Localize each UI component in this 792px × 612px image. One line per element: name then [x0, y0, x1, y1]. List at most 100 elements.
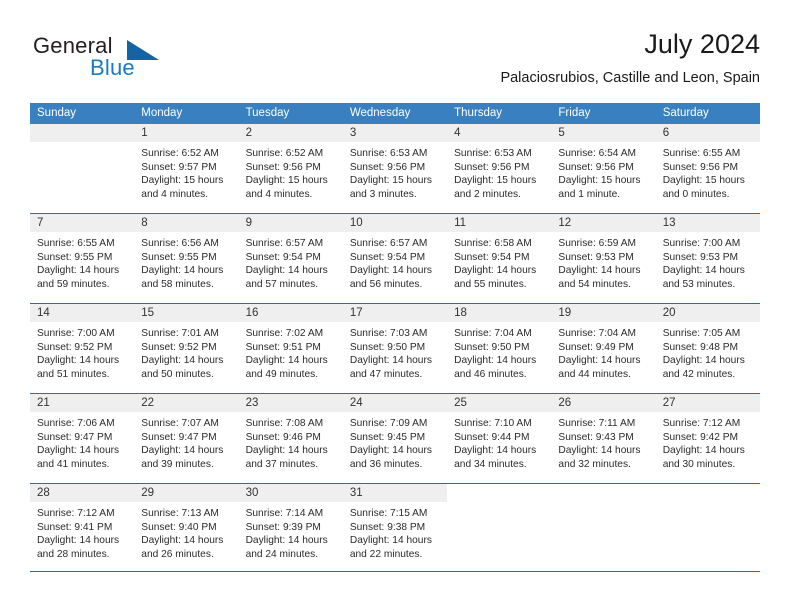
- calendar-day-cell[interactable]: 10 Sunrise: 6:57 AM Sunset: 9:54 PM Dayligh…: [342, 214, 448, 303]
- day-sunrise-text: Sunrise: 7:03 AM: [349, 328, 428, 339]
- day-sunset-text: Sunset: 9:49 PM: [558, 341, 634, 353]
- day-details: Sunrise: 7:14 AM Sunset: 9:39 PM Daylight:…: [239, 502, 343, 561]
- calendar-page: General Blue July 2024 Palaciosrubios, C…: [0, 0, 792, 612]
- day-daylight2-text: and 28 minutes.: [37, 548, 110, 560]
- calendar-day-cell[interactable]: 21 Sunrise: 7:06 AM Sunset: 9:47 PM Dayligh…: [30, 394, 135, 483]
- day-sunrise-text: Sunrise: 7:05 AM: [662, 328, 741, 339]
- calendar-day-cell[interactable]: 28 Sunrise: 7:12 AM Sunset: 9:41 PM Dayligh…: [30, 484, 135, 573]
- calendar-day-cell[interactable]: 27 Sunrise: 7:12 AM Sunset: 9:42 PM Dayligh…: [655, 394, 760, 483]
- day-sunrise-text: Sunrise: 7:06 AM: [37, 418, 115, 429]
- day-sunrise-text: Sunrise: 6:58 AM: [454, 238, 532, 249]
- day-sunrise-text: Sunrise: 6:52 AM: [141, 148, 219, 159]
- calendar-day-cell[interactable]: 30 Sunrise: 7:14 AM Sunset: 9:39 PM Dayligh…: [238, 484, 343, 573]
- calendar-day-cell[interactable]: 13 Sunrise: 7:00 AM Sunset: 9:53 PM Dayligh…: [655, 214, 760, 303]
- day-daylight2-text: and 46 minutes.: [454, 368, 527, 380]
- day-daylight2-text: and 44 minutes.: [558, 368, 631, 380]
- day-sunset-text: Sunset: 9:39 PM: [245, 521, 321, 533]
- day-daylight2-text: and 39 minutes.: [141, 458, 214, 470]
- day-details: Sunrise: 7:12 AM Sunset: 9:41 PM Daylight:…: [30, 502, 134, 561]
- calendar-day-cell[interactable]: 24 Sunrise: 7:09 AM Sunset: 9:45 PM Dayligh…: [342, 394, 448, 483]
- calendar-day-cell[interactable]: 23 Sunrise: 7:08 AM Sunset: 9:46 PM Dayligh…: [238, 394, 343, 483]
- calendar-day-cell[interactable]: 7 Sunrise: 6:55 AM Sunset: 9:55 PM Daylight…: [30, 214, 135, 303]
- day-daylight1-text: Daylight: 14 hours: [141, 445, 224, 457]
- calendar-day-cell[interactable]: 18 Sunrise: 7:04 AM Sunset: 9:50 PM Dayligh…: [447, 304, 552, 393]
- day-daylight1-text: Daylight: 14 hours: [662, 355, 745, 367]
- day-daylight2-text: and 32 minutes.: [558, 458, 631, 470]
- day-sunrise-text: Sunrise: 7:00 AM: [37, 328, 115, 339]
- calendar-day-cell[interactable]: 22 Sunrise: 7:07 AM Sunset: 9:47 PM Dayligh…: [134, 394, 239, 483]
- calendar-day-cell[interactable]: 4 Sunrise: 6:53 AM Sunset: 9:56 PM Daylight…: [447, 124, 552, 213]
- day-details: Sunrise: 7:08 AM Sunset: 9:46 PM Daylight:…: [239, 412, 343, 471]
- day-sunset-text: Sunset: 9:52 PM: [141, 341, 217, 353]
- page-header: General Blue July 2024 Palaciosrubios, C…: [30, 28, 760, 96]
- day-number: [447, 484, 551, 502]
- calendar-day-cell[interactable]: 16 Sunrise: 7:02 AM Sunset: 9:51 PM Dayligh…: [238, 304, 343, 393]
- calendar-week-row: 1 Sunrise: 6:52 AM Sunset: 9:57 PM Daylight…: [30, 124, 760, 213]
- day-daylight1-text: Daylight: 15 hours: [558, 175, 641, 187]
- weekday-header-sunday: Sunday: [37, 107, 77, 119]
- calendar-day-cell[interactable]: 14 Sunrise: 7:00 AM Sunset: 9:52 PM Dayligh…: [30, 304, 135, 393]
- day-daylight1-text: Daylight: 14 hours: [37, 445, 120, 457]
- day-details: Sunrise: 7:15 AM Sunset: 9:38 PM Daylight:…: [343, 502, 447, 561]
- day-sunset-text: Sunset: 9:45 PM: [349, 431, 426, 443]
- calendar-day-cell[interactable]: 6 Sunrise: 6:55 AM Sunset: 9:56 PM Daylight…: [655, 124, 760, 213]
- day-daylight1-text: Daylight: 14 hours: [141, 535, 224, 547]
- calendar-day-cell-empty: [656, 484, 760, 573]
- day-sunset-text: Sunset: 9:43 PM: [558, 431, 634, 443]
- calendar-day-cell[interactable]: 9 Sunrise: 6:57 AM Sunset: 9:54 PM Daylight…: [238, 214, 343, 303]
- day-daylight2-text: and 56 minutes.: [349, 278, 423, 290]
- day-sunrise-text: Sunrise: 7:12 AM: [662, 418, 741, 429]
- calendar-day-cell[interactable]: 8 Sunrise: 6:56 AM Sunset: 9:55 PM Daylight…: [134, 214, 239, 303]
- calendar-day-cell[interactable]: 11 Sunrise: 6:58 AM Sunset: 9:54 PM Dayligh…: [447, 214, 552, 303]
- day-sunrise-text: Sunrise: 7:09 AM: [349, 418, 428, 429]
- weekday-header-wednesday: Wednesday: [349, 107, 411, 119]
- day-daylight1-text: Daylight: 14 hours: [37, 355, 120, 367]
- calendar-day-cell[interactable]: 12 Sunrise: 6:59 AM Sunset: 9:53 PM Dayligh…: [551, 214, 656, 303]
- day-sunset-text: Sunset: 9:56 PM: [349, 161, 426, 173]
- day-number: 29: [134, 484, 239, 502]
- day-number: 5: [551, 124, 656, 142]
- calendar-day-cell[interactable]: 25 Sunrise: 7:10 AM Sunset: 9:44 PM Dayligh…: [447, 394, 552, 483]
- day-number: 8: [134, 214, 239, 232]
- day-sunset-text: Sunset: 9:50 PM: [349, 341, 426, 353]
- day-daylight1-text: Daylight: 15 hours: [141, 175, 224, 187]
- calendar-week-row: 7 Sunrise: 6:55 AM Sunset: 9:55 PM Daylight…: [30, 213, 760, 303]
- day-number: 11: [447, 214, 552, 232]
- day-details: Sunrise: 6:54 AM Sunset: 9:56 PM Daylight:…: [551, 142, 655, 201]
- day-number: 7: [30, 214, 135, 232]
- day-sunrise-text: Sunrise: 7:00 AM: [662, 238, 741, 249]
- day-daylight2-text: and 0 minutes.: [662, 188, 730, 200]
- day-number: 16: [238, 304, 343, 322]
- day-sunset-text: Sunset: 9:56 PM: [558, 161, 634, 173]
- day-sunrise-text: Sunrise: 6:52 AM: [245, 148, 324, 159]
- calendar-day-cell[interactable]: 31 Sunrise: 7:15 AM Sunset: 9:38 PM Dayligh…: [342, 484, 448, 573]
- calendar-day-cell[interactable]: 17 Sunrise: 7:03 AM Sunset: 9:50 PM Dayligh…: [342, 304, 448, 393]
- day-daylight2-text: and 37 minutes.: [245, 458, 319, 470]
- calendar-day-cell[interactable]: 29 Sunrise: 7:13 AM Sunset: 9:40 PM Dayligh…: [134, 484, 239, 573]
- day-daylight1-text: Daylight: 14 hours: [454, 445, 537, 457]
- day-sunrise-text: Sunrise: 7:04 AM: [454, 328, 532, 339]
- day-daylight2-text: and 36 minutes.: [349, 458, 423, 470]
- calendar-day-cell-empty: [30, 124, 135, 213]
- calendar-day-cell[interactable]: 19 Sunrise: 7:04 AM Sunset: 9:49 PM Dayligh…: [551, 304, 656, 393]
- day-daylight1-text: Daylight: 14 hours: [245, 355, 328, 367]
- calendar-day-cell[interactable]: 26 Sunrise: 7:11 AM Sunset: 9:43 PM Dayligh…: [551, 394, 656, 483]
- calendar-day-cell[interactable]: 20 Sunrise: 7:05 AM Sunset: 9:48 PM Dayligh…: [655, 304, 760, 393]
- day-sunset-text: Sunset: 9:40 PM: [141, 521, 217, 533]
- calendar-day-cell[interactable]: 3 Sunrise: 6:53 AM Sunset: 9:56 PM Daylight…: [342, 124, 448, 213]
- day-number: 30: [238, 484, 343, 502]
- day-sunset-text: Sunset: 9:53 PM: [662, 251, 739, 263]
- day-number: 18: [447, 304, 552, 322]
- day-details: Sunrise: 6:53 AM Sunset: 9:56 PM Daylight:…: [447, 142, 551, 201]
- day-details: Sunrise: 7:12 AM Sunset: 9:42 PM Daylight:…: [656, 412, 760, 471]
- calendar-day-cell[interactable]: 1 Sunrise: 6:52 AM Sunset: 9:57 PM Daylight…: [134, 124, 239, 213]
- day-daylight2-text: and 2 minutes.: [454, 188, 521, 200]
- day-daylight1-text: Daylight: 14 hours: [558, 445, 641, 457]
- calendar-day-cell[interactable]: 2 Sunrise: 6:52 AM Sunset: 9:56 PM Daylight…: [238, 124, 343, 213]
- calendar-day-cell[interactable]: 5 Sunrise: 6:54 AM Sunset: 9:56 PM Daylight…: [551, 124, 656, 213]
- calendar-day-cell[interactable]: 15 Sunrise: 7:01 AM Sunset: 9:52 PM Dayligh…: [134, 304, 239, 393]
- day-sunset-text: Sunset: 9:56 PM: [662, 161, 739, 173]
- day-details: Sunrise: 6:55 AM Sunset: 9:56 PM Daylight:…: [656, 142, 760, 201]
- weekday-header-monday: Monday: [141, 107, 183, 119]
- day-number: 28: [30, 484, 135, 502]
